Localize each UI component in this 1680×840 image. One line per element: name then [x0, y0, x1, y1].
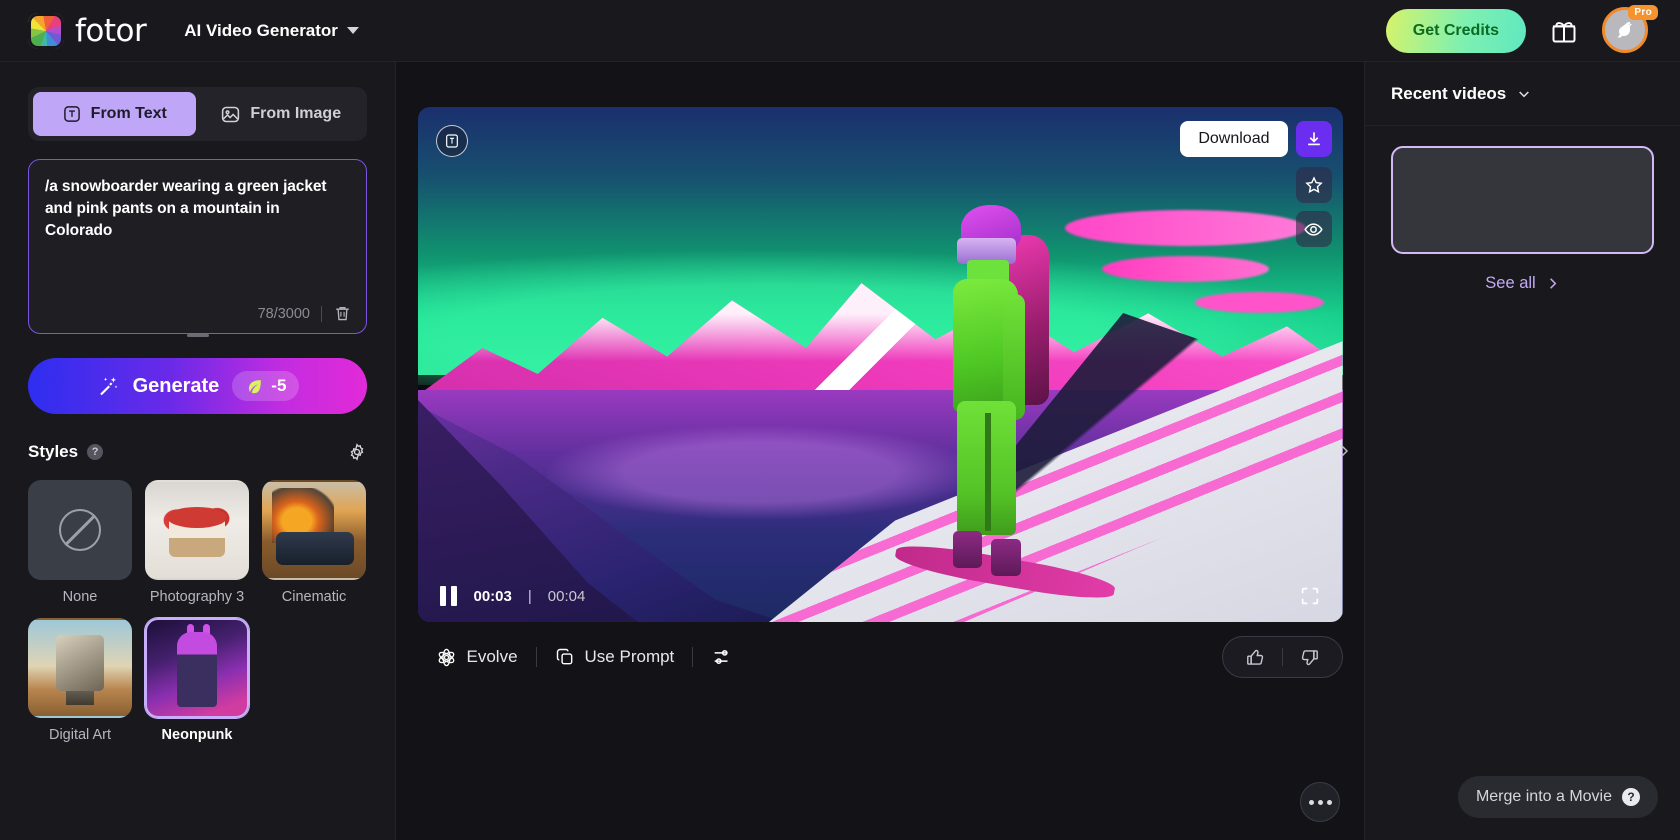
chevron-right-icon[interactable] — [1330, 423, 1358, 479]
image-icon — [220, 104, 241, 125]
credit-cost-badge: -5 — [232, 371, 300, 401]
style-option-neonpunk[interactable]: Neonpunk — [145, 618, 249, 744]
use-prompt-label: Use Prompt — [584, 647, 675, 666]
get-credits-button[interactable]: Get Credits — [1385, 8, 1526, 53]
prompt-text: /a snowboarder wearing a green jacket an… — [45, 178, 331, 239]
tab-from-text-label: From Text — [90, 105, 167, 122]
download-controls: Download — [1180, 121, 1332, 157]
see-all-link[interactable]: See all — [1391, 274, 1654, 293]
magic-wand-icon — [96, 374, 120, 398]
divider — [321, 305, 322, 322]
generate-label: Generate — [132, 374, 220, 397]
chevron-down-icon — [346, 27, 359, 34]
question-mark-icon[interactable]: ? — [87, 444, 104, 460]
styles-header: Styles ? — [28, 442, 367, 462]
feedback-controls — [1221, 636, 1343, 678]
style-thumbnail — [145, 480, 249, 580]
tab-from-text[interactable]: From Text — [33, 92, 196, 136]
styles-title: Styles — [28, 442, 79, 461]
evolve-button[interactable]: Evolve — [418, 641, 536, 674]
total-time: 00:04 — [547, 587, 586, 605]
style-label: Photography 3 — [149, 589, 245, 605]
style-label: Cinematic — [281, 589, 347, 605]
top-bar: fotor AI Video Generator Get Credits Pro — [0, 0, 1680, 62]
recent-videos-title: Recent videos — [1391, 83, 1507, 103]
merge-into-movie-button[interactable]: Merge into a Movie ? — [1457, 776, 1658, 818]
left-sidebar: From Text From Image /a snowboarder wear… — [0, 62, 396, 840]
tab-from-image-label: From Image — [250, 105, 342, 122]
no-style-icon — [59, 509, 101, 551]
download-button[interactable]: Download — [1180, 121, 1288, 157]
style-option-cinematic[interactable]: Cinematic — [262, 480, 366, 606]
eye-icon[interactable] — [1295, 211, 1332, 247]
credit-cost-label: -5 — [271, 376, 287, 395]
see-all-label: See all — [1485, 274, 1536, 292]
generate-button[interactable]: Generate -5 — [28, 358, 367, 414]
style-label: Neonpunk — [161, 727, 233, 744]
merge-footer: Merge into a Movie ? — [1365, 776, 1680, 840]
fotor-logo-icon — [28, 12, 64, 49]
chevron-right-icon — [1545, 276, 1560, 291]
thumbs-down-icon[interactable] — [1283, 637, 1336, 677]
download-icon[interactable] — [1295, 121, 1332, 157]
style-option-digital-art[interactable]: Digital Art — [28, 618, 132, 744]
prompt-footer: 78/3000 — [258, 304, 352, 323]
brand-name: fotor — [75, 12, 147, 49]
star-icon[interactable] — [1295, 167, 1332, 203]
fullscreen-icon[interactable] — [1299, 585, 1321, 607]
right-sidebar: Recent videos See all Merge into a Movie… — [1364, 62, 1680, 840]
pro-badge: Pro — [1628, 4, 1658, 20]
result-toolbar: Evolve Use Prompt — [418, 636, 1343, 678]
time-separator: | — [527, 587, 532, 605]
style-option-photography[interactable]: Photography 3 — [145, 480, 249, 606]
user-avatar[interactable]: Pro — [1602, 4, 1658, 55]
main-body: From Text From Image /a snowboarder wear… — [0, 62, 1680, 840]
use-prompt-button[interactable]: Use Prompt — [537, 641, 693, 673]
text-box-icon — [62, 104, 82, 124]
app-title-switcher[interactable]: AI Video Generator — [184, 21, 359, 41]
app-title: AI Video Generator — [184, 20, 338, 40]
style-thumbnail — [145, 618, 249, 719]
copy-icon — [555, 647, 575, 667]
tab-from-image[interactable]: From Image — [200, 92, 363, 136]
sliders-icon[interactable] — [693, 640, 751, 674]
style-thumbnail — [28, 618, 132, 719]
top-bar-actions: Get Credits Pro — [1385, 4, 1660, 55]
recent-videos-list: See all — [1365, 126, 1680, 293]
video-frame — [417, 107, 1343, 622]
brand-logo[interactable]: fotor — [20, 12, 147, 49]
text-overlay-icon[interactable] — [435, 125, 468, 157]
ellipsis-icon[interactable] — [1300, 782, 1340, 822]
leaf-icon — [245, 377, 264, 396]
video-workspace: Download 00:03 | 00:04 Evolve Use Prompt — [396, 62, 1364, 840]
recent-video-item[interactable] — [1391, 146, 1654, 254]
current-time: 00:03 — [473, 587, 512, 605]
style-thumbnail — [262, 480, 366, 580]
trash-icon[interactable] — [333, 304, 352, 323]
pause-icon[interactable] — [439, 586, 458, 606]
question-mark-icon[interactable]: ? — [1622, 788, 1640, 806]
gear-icon[interactable] — [347, 442, 367, 462]
evolve-label: Evolve — [466, 647, 518, 666]
input-mode-tabs: From Text From Image — [28, 87, 367, 141]
gift-icon[interactable] — [1550, 17, 1578, 45]
playback-bar: 00:03 | 00:04 — [418, 570, 1343, 622]
char-counter: 78/3000 — [257, 305, 310, 322]
thumbs-up-icon[interactable] — [1229, 637, 1282, 677]
chevron-down-icon — [1516, 86, 1532, 102]
app-root: fotor AI Video Generator Get Credits Pro… — [0, 0, 1680, 840]
style-option-none[interactable]: None — [28, 480, 132, 606]
style-label: Digital Art — [48, 727, 112, 744]
style-label: None — [62, 589, 98, 605]
resize-handle[interactable] — [186, 334, 209, 337]
merge-label: Merge into a Movie — [1475, 788, 1612, 805]
styles-grid: None Photography 3 Cinematic Digital Art… — [28, 480, 367, 744]
video-player[interactable]: Download 00:03 | 00:04 — [417, 107, 1343, 622]
recent-videos-header[interactable]: Recent videos — [1365, 62, 1680, 126]
prompt-input[interactable]: /a snowboarder wearing a green jacket an… — [28, 159, 367, 337]
style-thumbnail — [28, 480, 132, 580]
atom-icon — [436, 647, 457, 668]
